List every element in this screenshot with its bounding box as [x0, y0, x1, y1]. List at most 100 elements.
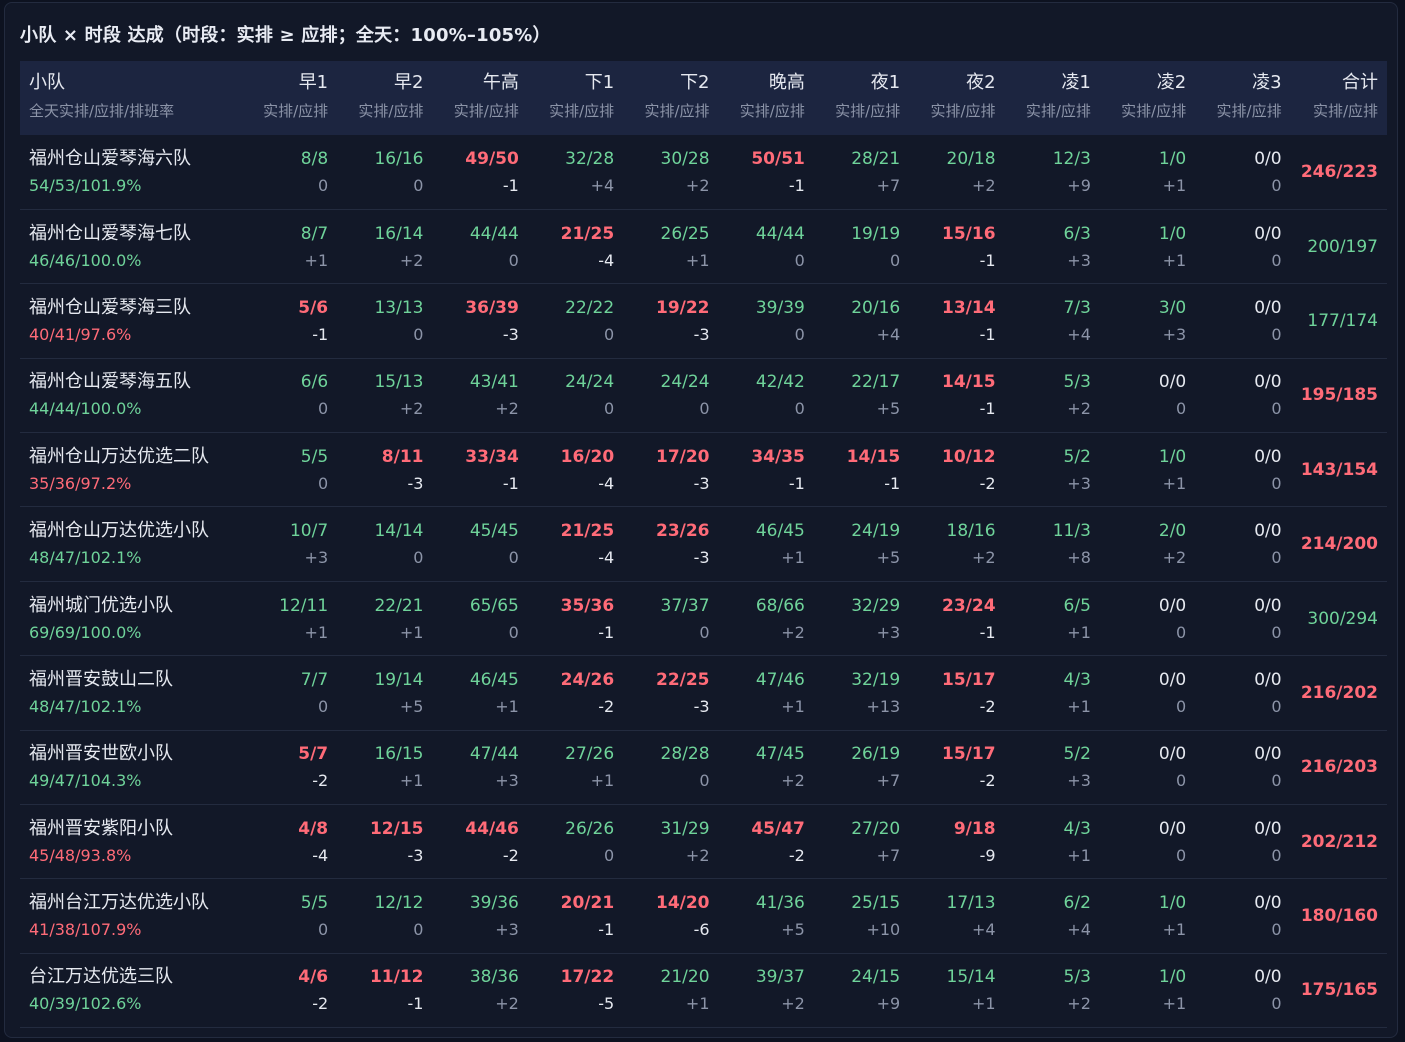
slot-ratio: 5/2 [1063, 744, 1091, 765]
header-slot-7[interactable]: 夜2 实排/应排 [909, 61, 1004, 135]
table-row[interactable]: 福州城门优选小队 69/69/100.0% 12/11 +1 22/21 +1 65/65 0… [20, 581, 1387, 656]
slot-diff: 0 [1271, 622, 1282, 642]
slot-ratio: 0/0 [1254, 818, 1282, 839]
team-name: 福州台江万达优选小队 [29, 892, 209, 914]
total-value: 195/185 [1300, 385, 1378, 406]
header-slot-8-sub: 实排/应排 [1025, 102, 1091, 120]
slot-cell: 0/0 0 [1195, 284, 1290, 358]
slot-ratio: 21/25 [560, 521, 615, 542]
header-slot-1-label: 早2 [394, 72, 424, 93]
header-slot-5[interactable]: 晚高 实排/应排 [719, 61, 814, 135]
table-row[interactable]: 福州仓山爱琴海六队 54/53/101.9% 8/8 0 16/16 0 49/50 -1 32… [20, 135, 1387, 210]
slot-cell: 44/44 0 [719, 209, 814, 283]
header-slot-0[interactable]: 早1 实排/应排 [242, 61, 337, 135]
slot-diff: 0 [1176, 845, 1187, 865]
table-row[interactable]: 福州仓山万达优选小队 48/47/102.1% 10/7 +3 14/14 0 45/45 0… [20, 507, 1387, 582]
table-row[interactable]: 台江万达优选三队 40/39/102.6% 4/6 -2 11/12 -1 38/36 +2 1… [20, 953, 1387, 1028]
slot-ratio: 15/13 [374, 372, 424, 393]
slot-diff: +1 [399, 771, 424, 791]
slot-diff: 0 [317, 920, 329, 940]
slot-diff: 0 [794, 250, 805, 270]
team-rate: 48/47/102.1% [29, 548, 142, 568]
slot-cell: 10/12 -2 [909, 433, 1004, 507]
header-slot-3[interactable]: 下1 实排/应排 [528, 61, 623, 135]
table-row[interactable]: 福州仓山爱琴海七队 46/46/100.0% 8/7 +1 16/14 +2 44/44 0 2… [20, 209, 1387, 284]
slot-diff: +1 [1162, 994, 1187, 1014]
achievement-table: 小队 全天实排/应排/排班率 早1 实排/应排 早2 实排/应排 午高 实排/应排 下1 实排… [20, 61, 1387, 1028]
slot-ratio: 1/0 [1158, 223, 1187, 244]
table-row[interactable]: 福州仓山爱琴海三队 40/41/97.6% 5/6 -1 13/13 0 36/39 -3 22… [20, 284, 1387, 359]
slot-ratio: 24/24 [565, 372, 615, 393]
total-value: 143/154 [1300, 459, 1378, 480]
slot-diff: -1 [502, 473, 519, 493]
slot-diff: +5 [876, 399, 901, 419]
slot-cell: 17/13 +4 [909, 879, 1004, 953]
slot-ratio: 0/0 [1254, 446, 1282, 467]
slot-cell: 25/15 +10 [814, 879, 909, 953]
achievement-panel: 小队 × 时段 达成（时段：实排 ≥ 应排；全天：100%–105%） 小队 全… [4, 2, 1398, 1038]
slot-cell: 15/17 -2 [909, 656, 1004, 730]
slot-diff: +1 [1162, 175, 1187, 195]
slot-cell: 12/12 0 [337, 879, 432, 953]
header-slot-4[interactable]: 下2 实排/应排 [623, 61, 718, 135]
slot-diff: -4 [598, 473, 615, 493]
slot-ratio: 1/0 [1158, 148, 1187, 169]
slot-diff: +2 [971, 175, 996, 195]
header-slot-8[interactable]: 凌1 实排/应排 [1005, 61, 1100, 135]
slot-ratio: 0/0 [1254, 744, 1282, 765]
slot-cell: 4/3 +1 [1005, 805, 1100, 879]
table-row[interactable]: 福州晋安世欧小队 49/47/104.3% 5/7 -2 16/15 +1 47/44 +3 2… [20, 730, 1387, 805]
header-slot-10[interactable]: 凌3 实排/应排 [1195, 61, 1290, 135]
header-slot-2[interactable]: 午高 实排/应排 [432, 61, 527, 135]
slot-cell: 49/50 -1 [432, 135, 527, 209]
header-team[interactable]: 小队 全天实排/应排/排班率 [20, 61, 242, 135]
slot-diff: -2 [312, 994, 329, 1014]
slot-diff: -2 [502, 845, 519, 865]
table-row[interactable]: 福州仓山爱琴海五队 44/44/100.0% 6/6 0 15/13 +2 43/41 +2 2… [20, 358, 1387, 433]
slot-ratio: 8/7 [300, 223, 329, 244]
slot-ratio: 5/5 [300, 893, 329, 914]
table-row[interactable]: 福州晋安鼓山二队 48/47/102.1% 7/7 0 19/14 +5 46/45 +1 24… [20, 656, 1387, 731]
slot-diff: 0 [1271, 920, 1282, 940]
team-cell: 福州仓山爱琴海七队 46/46/100.0% [20, 209, 242, 283]
table-row[interactable]: 福州晋安紫阳小队 45/48/93.8% 4/8 -4 12/15 -3 44/46 -2 26… [20, 805, 1387, 879]
slot-diff: 0 [1271, 250, 1282, 270]
slot-ratio: 0/0 [1158, 372, 1187, 393]
slot-diff: 0 [699, 622, 710, 642]
header-slot-5-sub: 实排/应排 [739, 102, 805, 120]
slot-diff: 0 [1271, 845, 1282, 865]
header-slot-1[interactable]: 早2 实排/应排 [337, 61, 432, 135]
slot-ratio: 20/16 [851, 297, 901, 318]
table-row[interactable]: 福州仓山万达优选二队 35/36/97.2% 5/5 0 8/11 -3 33/34 -1 16… [20, 433, 1387, 507]
slot-cell: 0/0 0 [1100, 805, 1195, 879]
slot-ratio: 2/0 [1158, 521, 1187, 542]
total-value: 175/165 [1300, 980, 1378, 1001]
slot-cell: 14/15 -1 [814, 433, 909, 507]
slot-cell: 4/8 -4 [242, 805, 337, 879]
slot-cell: 5/6 -1 [242, 284, 337, 358]
slot-ratio: 0/0 [1254, 595, 1282, 616]
slot-diff: +5 [876, 548, 901, 568]
header-slot-6[interactable]: 夜1 实排/应排 [814, 61, 909, 135]
slot-diff: +1 [971, 994, 996, 1014]
team-name: 福州晋安紫阳小队 [29, 817, 173, 839]
slot-diff: -4 [312, 845, 329, 865]
table-row[interactable]: 福州台江万达优选小队 41/38/107.9% 5/5 0 12/12 0 39/36 +3 2… [20, 879, 1387, 954]
slot-diff: +9 [1067, 175, 1091, 195]
slot-cell: 27/20 +7 [814, 805, 909, 879]
slot-ratio: 27/20 [851, 818, 901, 839]
table-body: 福州仓山爱琴海六队 54/53/101.9% 8/8 0 16/16 0 49/50 -1 32… [20, 135, 1387, 1028]
header-total[interactable]: 合计 实排/应排 [1291, 61, 1387, 135]
total-cell: 200/197 [1291, 209, 1387, 283]
slot-cell: 5/2 +3 [1005, 730, 1100, 804]
header-slot-9[interactable]: 凌2 实排/应排 [1100, 61, 1195, 135]
slot-diff: +10 [866, 920, 901, 940]
slot-diff: +7 [876, 175, 901, 195]
header-slot-9-label: 凌2 [1156, 72, 1187, 93]
slot-diff: +2 [781, 771, 805, 791]
total-cell: 246/223 [1291, 135, 1387, 209]
slot-ratio: 30/28 [660, 148, 710, 169]
slot-cell: 30/28 +2 [623, 135, 718, 209]
slot-ratio: 7/3 [1063, 297, 1091, 318]
slot-cell: 46/45 +1 [432, 656, 527, 730]
